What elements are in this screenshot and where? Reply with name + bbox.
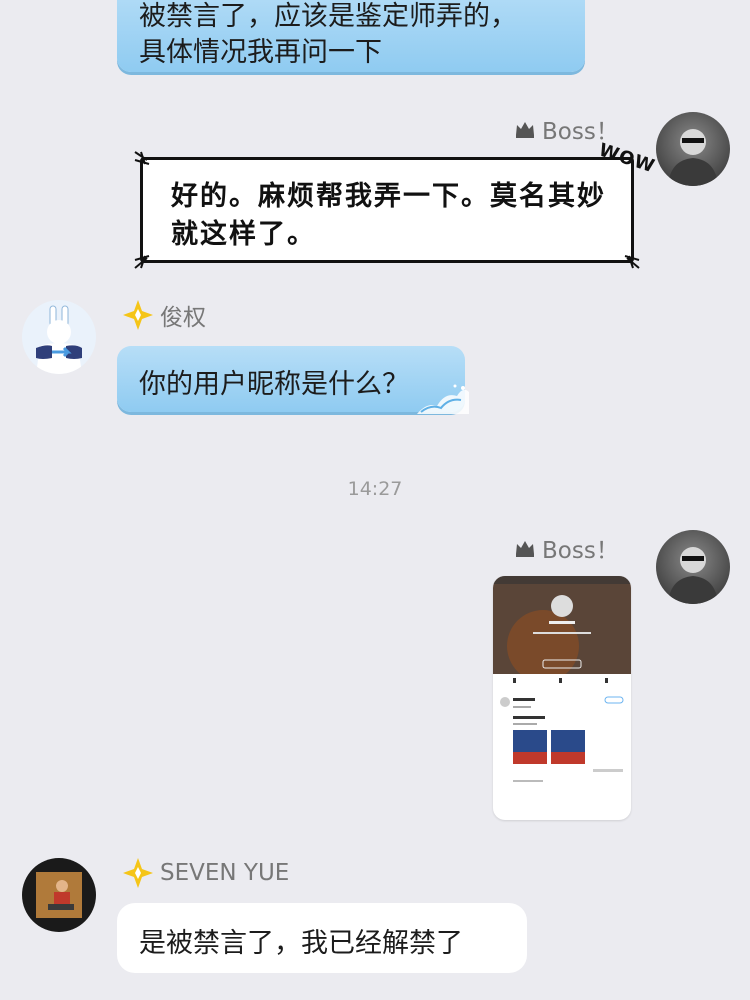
sender-name-row: SEVEN YUE [122,857,289,889]
message-text: 是被禁言了，我已经解禁了 [139,928,463,959]
sender-name: SEVEN YUE [160,860,290,886]
image-message-screenshot[interactable] [493,576,631,820]
message-bubble[interactable]: 是被禁言了，我已经解禁了 [117,903,527,973]
avatar-seven-yue[interactable] [22,858,96,932]
time-divider: 14:27 [347,478,403,500]
message-text-line: 就这样了。 [171,219,316,250]
sender-name-row: Boss！ [514,531,619,565]
burst-corner-icon [134,255,150,269]
burst-corner-icon [624,255,640,269]
message-bubble[interactable]: 你的用户昵称是什么？ [117,346,469,414]
comic-message-bubble[interactable]: 好的。麻烦帮我弄一下。莫名其妙 就这样了。 [134,151,640,269]
crown-icon [516,541,534,557]
diamond-badge-icon [123,300,153,330]
screenshot-thumbnail [493,576,631,782]
message-text-line: 具体情况我再问一下 [139,37,382,68]
message-text-line: 被禁言了，应该是鉴定师弄的， [139,1,517,32]
message-text-line: 好的。麻烦帮我弄一下。莫名其妙 [171,181,606,212]
avatar-image [668,547,718,604]
sender-name: Boss！ [542,538,619,564]
diamond-badge-icon [123,858,153,888]
sender-name-row: 俊权 [122,298,206,332]
burst-corner-icon [134,151,150,165]
avatar-image [36,872,82,918]
wave-decoration-icon [417,384,469,414]
avatar-image [36,305,82,374]
message-text: 你的用户昵称是什么？ [139,369,409,400]
crown-icon [516,122,534,138]
avatar-image [668,129,718,186]
message-bubble-top[interactable]: 被禁言了，应该是鉴定师弄的， 具体情况我再问一下 [117,0,585,72]
wave-decoration-icon [561,0,589,4]
avatar-junquan[interactable] [22,300,96,374]
avatar-boss[interactable] [656,112,730,186]
avatar-boss[interactable] [656,530,730,604]
sender-name: 俊权 [160,305,206,331]
